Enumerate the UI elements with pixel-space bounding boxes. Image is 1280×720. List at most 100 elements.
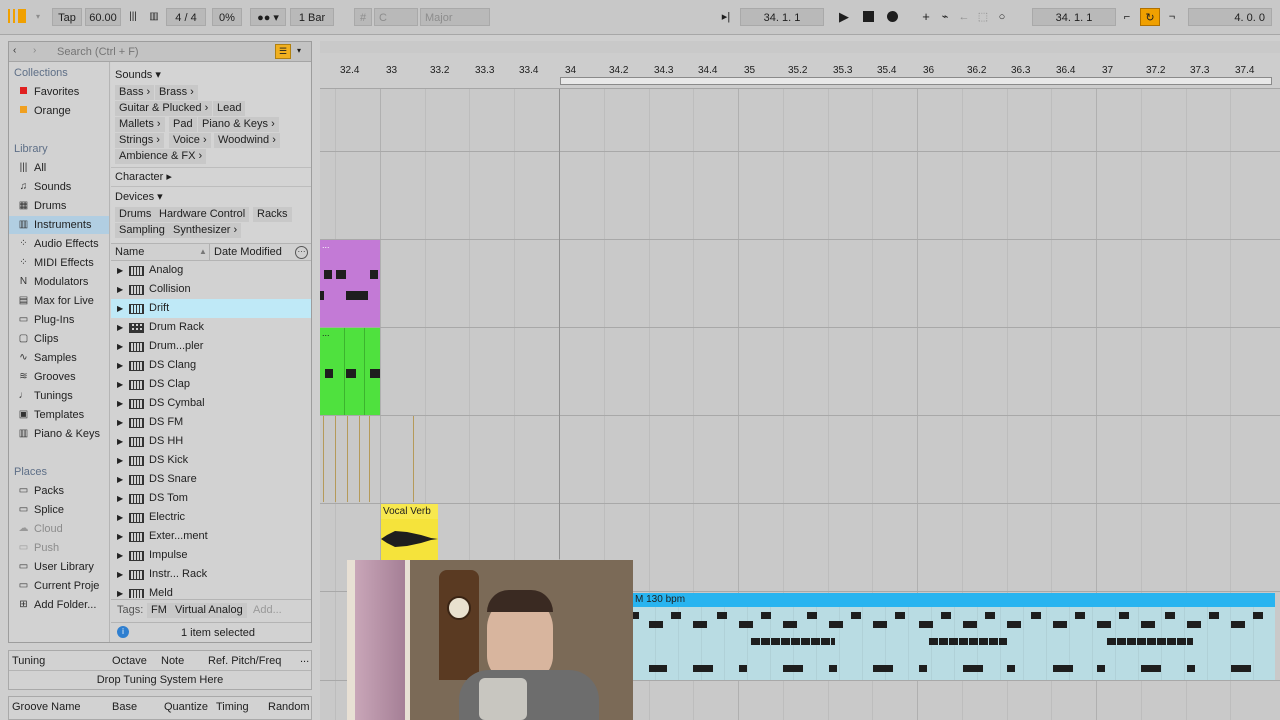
- list-item[interactable]: ▶ Instr... Rack: [111, 565, 311, 584]
- sidebar-item-add-folder[interactable]: ⊞ Add Folder...: [9, 596, 109, 614]
- expand-triangle-icon[interactable]: ▶: [117, 280, 123, 299]
- punch-out-icon[interactable]: ¬: [1163, 8, 1181, 26]
- expand-triangle-icon[interactable]: ▶: [117, 318, 123, 337]
- tap-tempo-button[interactable]: Tap: [52, 8, 82, 26]
- sidebar-item-favorites[interactable]: Favorites: [9, 83, 109, 101]
- expand-triangle-icon[interactable]: ▶: [117, 584, 123, 598]
- list-item[interactable]: ▶ Electric: [111, 508, 311, 527]
- add-tag-button[interactable]: Add...: [253, 604, 282, 616]
- list-item-selected[interactable]: ▶ Drift: [111, 299, 311, 318]
- filter-chip[interactable]: Voice ›: [169, 133, 211, 148]
- list-item[interactable]: ▶ DS Clap: [111, 375, 311, 394]
- loop-length-field[interactable]: 4. 0. 0: [1188, 8, 1272, 26]
- capture-icon[interactable]: ⬚: [975, 8, 991, 26]
- filter-menu-chevron-icon[interactable]: ▾: [297, 46, 301, 55]
- time-signature-field[interactable]: 4 / 4: [166, 8, 206, 26]
- expand-triangle-icon[interactable]: ▶: [117, 432, 123, 451]
- filter-chip[interactable]: Synthesizer ›: [169, 223, 242, 238]
- beat-time-ruler[interactable]: 32.4 33 33.2 33.3 33.4 34 34.2 34.3 34.4…: [320, 53, 1280, 89]
- sidebar-item-samples[interactable]: ∿ Samples: [9, 349, 109, 367]
- more-options-icon[interactable]: ...: [300, 653, 309, 665]
- filter-icon[interactable]: ☰: [275, 44, 291, 59]
- expand-triangle-icon[interactable]: ▶: [117, 527, 123, 546]
- record-button[interactable]: [884, 8, 900, 26]
- filter-chip[interactable]: Strings ›: [115, 133, 164, 148]
- tuning-drop-zone[interactable]: Drop Tuning System Here: [9, 670, 311, 690]
- follow-toggle[interactable]: ●● ▾: [250, 8, 286, 26]
- character-filter-heading[interactable]: Character ▸: [115, 170, 172, 183]
- sounds-filter-heading[interactable]: Sounds ▾: [115, 68, 161, 81]
- midi-clip-green[interactable]: ...: [320, 328, 380, 415]
- filter-chip[interactable]: Hardware Control: [155, 207, 250, 222]
- loop-start-field[interactable]: 34. 1. 1: [1032, 8, 1116, 26]
- sidebar-item-modulators[interactable]: N Modulators: [9, 273, 109, 291]
- sidebar-item-drums[interactable]: ▦ Drums: [9, 197, 109, 215]
- expand-triangle-icon[interactable]: ▶: [117, 394, 123, 413]
- sidebar-item-grooves[interactable]: ≋ Grooves: [9, 368, 109, 386]
- filter-chip[interactable]: Piano & Keys ›: [198, 117, 279, 132]
- sidebar-item-orange[interactable]: Orange: [9, 102, 109, 120]
- list-item[interactable]: ▶ DS Kick: [111, 451, 311, 470]
- audio-clip-transients[interactable]: [323, 416, 383, 502]
- sidebar-item-piano-keys[interactable]: ▥ Piano & Keys: [9, 425, 109, 443]
- info-icon[interactable]: i: [117, 626, 129, 638]
- expand-triangle-icon[interactable]: ▶: [117, 337, 123, 356]
- sidebar-item-push[interactable]: ▭ Push: [9, 539, 109, 557]
- scale-toggle-icon[interactable]: #: [354, 8, 372, 26]
- sidebar-item-templates[interactable]: ▣ Templates: [9, 406, 109, 424]
- list-item[interactable]: ▶ Impulse: [111, 546, 311, 565]
- expand-triangle-icon[interactable]: ▶: [117, 261, 123, 280]
- midi-clip-purple[interactable]: ...: [320, 240, 380, 327]
- tempo-field[interactable]: 60.00: [85, 8, 121, 26]
- sidebar-item-current-project[interactable]: ▭ Current Proje: [9, 577, 109, 595]
- sidebar-item-splice[interactable]: ▭ Splice: [9, 501, 109, 519]
- sort-arrow-icon[interactable]: ▲: [199, 247, 207, 256]
- expand-triangle-icon[interactable]: ▶: [117, 299, 123, 318]
- filter-chip[interactable]: Sampling: [115, 223, 169, 238]
- follow-arrow-icon[interactable]: ▸|: [715, 8, 737, 26]
- filter-chip[interactable]: Ambience & FX ›: [115, 149, 207, 164]
- filter-chip[interactable]: Brass ›: [155, 85, 198, 100]
- sidebar-item-packs[interactable]: ▭ Packs: [9, 482, 109, 500]
- sidebar-item-clips[interactable]: ▢ Clips: [9, 330, 109, 348]
- expand-triangle-icon[interactable]: ▶: [117, 413, 123, 432]
- list-item[interactable]: ▶ DS FM: [111, 413, 311, 432]
- expand-triangle-icon[interactable]: ▶: [117, 565, 123, 584]
- forward-arrow-icon[interactable]: ›: [33, 45, 36, 56]
- filter-chip[interactable]: Lead: [213, 101, 246, 116]
- filter-chip[interactable]: Bass ›: [115, 85, 155, 100]
- live-logo-icon[interactable]: [8, 9, 30, 27]
- loop-toggle-icon[interactable]: ↻: [1140, 8, 1160, 26]
- scale-select[interactable]: Major: [420, 8, 490, 26]
- filter-chip[interactable]: Racks: [253, 207, 292, 222]
- automation-arm-icon[interactable]: ⌁: [937, 8, 953, 26]
- list-item[interactable]: ▶ DS HH: [111, 432, 311, 451]
- sidebar-item-user-library[interactable]: ▭ User Library: [9, 558, 109, 576]
- list-item[interactable]: ▶ Analog: [111, 261, 311, 280]
- back-arrow-icon[interactable]: ‹: [13, 45, 16, 56]
- filter-chip[interactable]: Guitar & Plucked ›: [115, 101, 213, 116]
- audio-clip-vocal-verb[interactable]: Vocal Verb: [381, 504, 438, 560]
- menu-chevron-icon[interactable]: ▾: [33, 8, 43, 26]
- filter-chip[interactable]: Woodwind ›: [214, 133, 280, 148]
- expand-triangle-icon[interactable]: ▶: [117, 451, 123, 470]
- devices-filter-heading[interactable]: Devices ▾: [115, 190, 163, 203]
- expand-triangle-icon[interactable]: ▶: [117, 470, 123, 489]
- punch-in-icon[interactable]: ⌐: [1118, 8, 1136, 26]
- sidebar-item-tunings[interactable]: ♩ Tunings: [9, 387, 109, 405]
- nudge-icon[interactable]: |||: [124, 8, 142, 26]
- list-item[interactable]: ▶ Meld: [111, 584, 311, 598]
- expand-triangle-icon[interactable]: ▶: [117, 375, 123, 394]
- expand-triangle-icon[interactable]: ▶: [117, 508, 123, 527]
- list-item[interactable]: ▶ DS Snare: [111, 470, 311, 489]
- quantize-select[interactable]: 1 Bar: [290, 8, 334, 26]
- filter-chip[interactable]: Mallets ›: [115, 117, 165, 132]
- filter-chip[interactable]: Drums: [115, 207, 156, 222]
- list-item[interactable]: ▶ Drum Rack: [111, 318, 311, 337]
- play-button[interactable]: ▶: [836, 8, 852, 26]
- list-item[interactable]: ▶ DS Cymbal: [111, 394, 311, 413]
- sidebar-item-midi-effects[interactable]: ⁘ MIDI Effects: [9, 254, 109, 272]
- tag-chip[interactable]: Virtual Analog: [171, 603, 247, 618]
- list-item[interactable]: ▶ Exter...ment: [111, 527, 311, 546]
- sidebar-item-cloud[interactable]: ☁ Cloud: [9, 520, 109, 538]
